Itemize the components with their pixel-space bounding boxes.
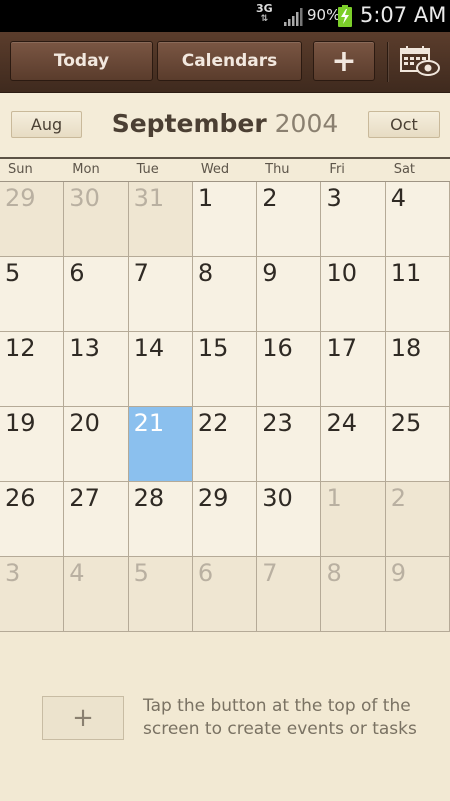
top-toolbar: Today Calendars + xyxy=(0,32,450,93)
day-cells: 29 30 31 1 2 3 4 5 6 7 8 9 10 11 12 13 14 15 16 17 18 19 20 21 2… xyxy=(0,182,450,632)
day-cell[interactable]: 9 xyxy=(257,257,322,332)
add-event-button[interactable]: + xyxy=(313,41,375,81)
weekday-label: Mon xyxy=(72,162,100,177)
day-cell[interactable]: 23 xyxy=(257,407,322,482)
status-bar: 3G ⇅ 90% 5:07 AM xyxy=(0,0,450,32)
day-cell[interactable]: 14 xyxy=(128,332,193,407)
month-header: Aug September 2004 Oct xyxy=(0,93,450,157)
signal-strength-icon xyxy=(284,8,303,26)
day-cell[interactable]: 30 xyxy=(257,482,322,557)
day-cell[interactable]: 6 xyxy=(64,257,129,332)
weekday-label: Fri xyxy=(329,162,345,177)
day-cell[interactable]: 3 xyxy=(0,557,65,632)
calendars-button[interactable]: Calendars xyxy=(157,41,302,81)
toolbar-divider xyxy=(387,42,388,82)
day-cell[interactable]: 7 xyxy=(257,557,322,632)
day-cell[interactable]: 17 xyxy=(321,332,386,407)
empty-hint-text: Tap the button at the top of the screen … xyxy=(143,695,433,741)
day-cell[interactable]: 4 xyxy=(64,557,129,632)
day-cell[interactable]: 18 xyxy=(385,332,450,407)
day-cell[interactable]: 28 xyxy=(128,482,193,557)
day-cell[interactable]: 30 xyxy=(64,182,129,257)
day-cell[interactable]: 26 xyxy=(0,482,65,557)
day-cell[interactable]: 29 xyxy=(0,182,65,257)
day-cell[interactable]: 19 xyxy=(0,407,65,482)
event-list-area: + Tap the button at the top of the scree… xyxy=(0,631,450,801)
day-cell[interactable]: 8 xyxy=(192,257,258,332)
day-cell[interactable]: 3 xyxy=(321,182,386,257)
data-transfer-icon: ⇅ xyxy=(260,14,269,24)
day-cell[interactable]: 13 xyxy=(64,332,129,407)
day-cell[interactable]: 9 xyxy=(385,557,450,632)
weekday-label: Sun xyxy=(8,162,33,177)
day-cell[interactable]: 5 xyxy=(128,557,193,632)
weekday-label: Sat xyxy=(393,162,416,177)
weekday-header-row: Sun Mon Tue Wed Thu Fri Sat xyxy=(0,159,450,182)
clock: 5:07 AM xyxy=(360,3,447,27)
month-name: September xyxy=(111,109,267,138)
weekday-label: Tue xyxy=(136,162,159,177)
weekday-label: Wed xyxy=(200,162,230,177)
next-month-button[interactable]: Oct xyxy=(368,111,440,138)
day-cell[interactable]: 12 xyxy=(0,332,65,407)
day-cell[interactable]: 24 xyxy=(321,407,386,482)
day-cell[interactable]: 2 xyxy=(257,182,322,257)
day-cell[interactable]: 31 xyxy=(128,182,193,257)
day-cell[interactable]: 11 xyxy=(385,257,450,332)
weekday-label: Thu xyxy=(265,162,290,177)
day-cell[interactable]: 10 xyxy=(321,257,386,332)
day-cell-selected[interactable]: 21 xyxy=(128,407,193,482)
year-name: 2004 xyxy=(274,109,339,138)
battery-charging-icon xyxy=(338,5,352,27)
day-cell[interactable]: 1 xyxy=(321,482,386,557)
create-event-button[interactable]: + xyxy=(42,696,124,740)
day-cell[interactable]: 16 xyxy=(257,332,322,407)
day-cell[interactable]: 6 xyxy=(192,557,258,632)
calendar-grid: Sun Mon Tue Wed Thu Fri Sat 29 30 31 1 2 3 4 5 6… xyxy=(0,157,450,633)
day-cell[interactable]: 8 xyxy=(321,557,386,632)
network-indicator: 3G ⇅ xyxy=(256,2,273,24)
day-cell[interactable]: 1 xyxy=(192,182,258,257)
day-cell[interactable]: 25 xyxy=(385,407,450,482)
calendar-eye-icon[interactable] xyxy=(398,44,440,78)
day-cell[interactable]: 5 xyxy=(0,257,65,332)
day-cell[interactable]: 2 xyxy=(385,482,450,557)
day-cell[interactable]: 27 xyxy=(64,482,129,557)
hint-line: Tap the button at the top of the xyxy=(143,696,411,716)
day-cell[interactable]: 15 xyxy=(192,332,258,407)
battery-percent: 90% xyxy=(307,6,341,24)
day-cell[interactable]: 20 xyxy=(64,407,129,482)
day-cell[interactable]: 22 xyxy=(192,407,258,482)
day-cell[interactable]: 7 xyxy=(128,257,193,332)
today-button[interactable]: Today xyxy=(10,41,153,81)
day-cell[interactable]: 4 xyxy=(385,182,450,257)
hint-line: screen to create events or tasks xyxy=(143,719,417,739)
day-cell[interactable]: 29 xyxy=(192,482,258,557)
